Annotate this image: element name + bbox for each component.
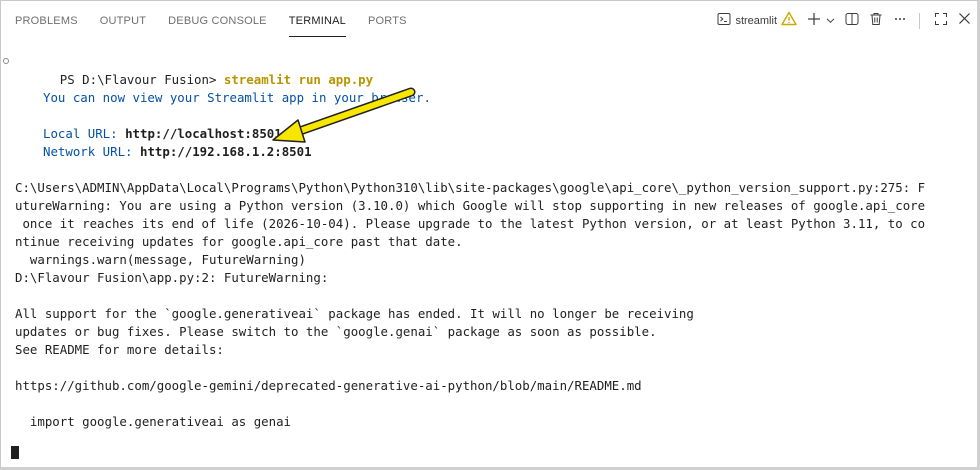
terminal-icon bbox=[717, 12, 731, 31]
warning-line-6: D:\Flavour Fusion\app.py:2: FutureWarnin… bbox=[15, 270, 329, 285]
tab-output[interactable]: OUTPUT bbox=[100, 1, 146, 41]
warning-icon bbox=[781, 11, 797, 31]
network-url-link[interactable]: http://192.168.1.2:8501 bbox=[140, 144, 312, 159]
warning-line-3: once it reaches its end of life (2026-10… bbox=[15, 216, 926, 231]
readme-link[interactable]: https://github.com/google-gemini/depreca… bbox=[15, 377, 642, 395]
toolbar-divider bbox=[919, 13, 920, 29]
tab-ports[interactable]: PORTS bbox=[368, 1, 407, 41]
network-url-label: Network URL: bbox=[43, 144, 140, 159]
local-url-link[interactable]: http://localhost:8501 bbox=[125, 126, 282, 141]
split-terminal-button[interactable] bbox=[845, 12, 859, 31]
panel-tab-bar: PROBLEMS OUTPUT DEBUG CONSOLE TERMINAL P… bbox=[1, 1, 977, 41]
more-icon bbox=[893, 12, 907, 31]
add-terminal-button[interactable] bbox=[807, 12, 835, 31]
tab-terminal[interactable]: TERMINAL bbox=[288, 1, 347, 41]
terminal-output[interactable]: PS D:\Flavour Fusion> streamlit run app.… bbox=[3, 53, 925, 429]
warning-line-4: ntinue receiving updates for google.api_… bbox=[15, 234, 463, 249]
trash-icon bbox=[869, 12, 883, 31]
kill-terminal-button[interactable] bbox=[869, 12, 883, 31]
tab-problems[interactable]: PROBLEMS bbox=[15, 1, 78, 41]
warning-line-5: warnings.warn(message, FutureWarning) bbox=[15, 252, 306, 267]
prompt-line: PS D:\Flavour Fusion> streamlit run app.… bbox=[3, 53, 373, 87]
warning-line-1: C:\Users\ADMIN\AppData\Local\Programs\Py… bbox=[15, 180, 926, 195]
terminal-panel: PROBLEMS OUTPUT DEBUG CONSOLE TERMINAL P… bbox=[0, 0, 980, 470]
local-url-line: Local URL: http://localhost:8501 bbox=[43, 125, 282, 143]
support-line-1: All support for the `google.generativeai… bbox=[15, 306, 694, 321]
add-terminal-icon bbox=[807, 12, 821, 31]
more-actions-button[interactable] bbox=[893, 12, 907, 31]
warning-line-2: utureWarning: You are using a Python ver… bbox=[15, 198, 926, 213]
import-line: import google.generativeai as genai bbox=[15, 414, 292, 429]
panel-actions: streamlit bbox=[707, 1, 971, 41]
support-line-3: See README for more details: bbox=[15, 342, 224, 357]
command-text: streamlit run app.py bbox=[223, 72, 374, 87]
prompt-text: PS D:\Flavour Fusion> bbox=[59, 72, 224, 87]
panel-tabs: PROBLEMS OUTPUT DEBUG CONSOLE TERMINAL P… bbox=[15, 1, 429, 41]
network-url-line: Network URL: http://192.168.1.2:8501 bbox=[43, 143, 312, 161]
view-message: You can now view your Streamlit app in y… bbox=[43, 90, 431, 105]
support-line-2: updates or bug fixes. Please switch to t… bbox=[15, 324, 657, 339]
maximize-panel-button[interactable] bbox=[934, 12, 948, 31]
maximize-icon bbox=[934, 12, 948, 31]
chevron-down-icon[interactable] bbox=[826, 12, 835, 30]
close-icon bbox=[958, 12, 971, 30]
split-icon bbox=[845, 12, 859, 31]
local-url-label: Local URL: bbox=[43, 126, 126, 141]
close-panel-button[interactable] bbox=[958, 12, 971, 30]
terminal-instance-selector[interactable]: streamlit bbox=[717, 11, 797, 31]
tab-debug-console[interactable]: DEBUG CONSOLE bbox=[168, 1, 267, 41]
terminal-instance-name: streamlit bbox=[735, 15, 777, 27]
terminal-cursor bbox=[11, 446, 19, 459]
command-status-dot bbox=[3, 58, 9, 64]
